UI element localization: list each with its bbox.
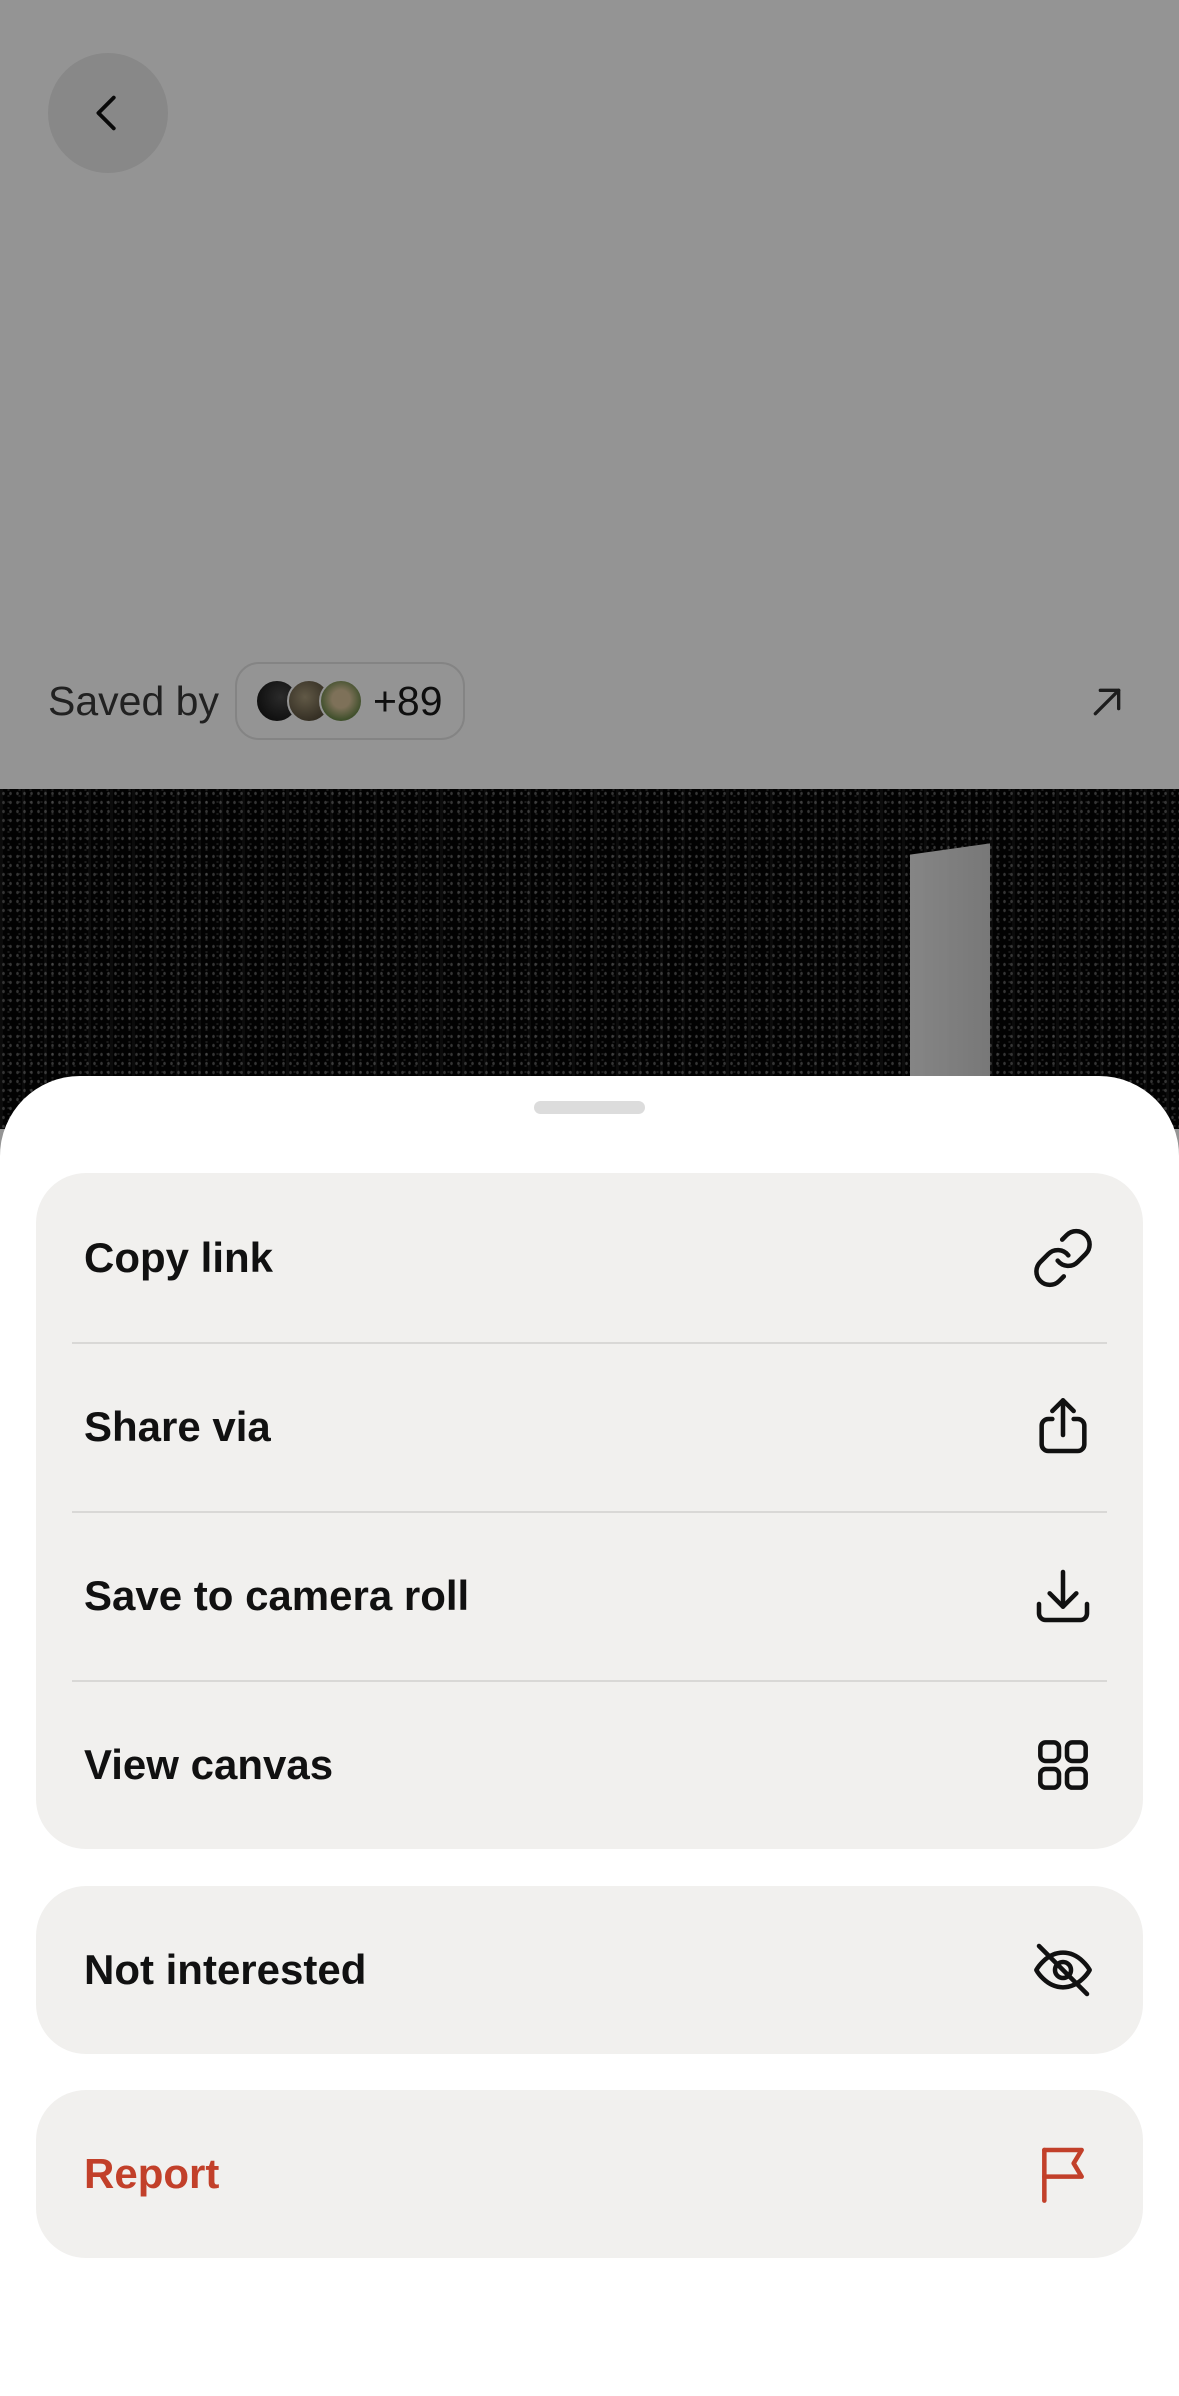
action-sheet: Copy link Share via Save to camera roll … [0,1076,1179,2396]
share-via-label: Share via [84,1402,271,1450]
save-to-camera-roll-label: Save to camera roll [84,1571,470,1619]
grid-icon [1031,1733,1095,1797]
share-via-item[interactable]: Share via [36,1342,1143,1511]
not-interested-group: Not interested [36,1886,1143,2054]
link-icon [1031,1226,1095,1290]
main-actions-group: Copy link Share via Save to camera roll … [36,1173,1143,1849]
screen: Saved by +89 Copy link Share via Save to… [0,0,1179,2396]
not-interested-label: Not interested [84,1946,367,1993]
view-canvas-item[interactable]: View canvas [36,1680,1143,1849]
report-group: Report [36,2090,1143,2258]
copy-link-item[interactable]: Copy link [36,1173,1143,1342]
report-label: Report [84,2150,220,2197]
share-icon [1031,1395,1095,1459]
report-item[interactable]: Report [36,2090,1143,2258]
view-canvas-label: View canvas [84,1740,334,1788]
eye-off-icon [1031,1938,1095,2002]
download-icon [1031,1564,1095,1628]
flag-icon [1031,2142,1095,2206]
not-interested-item[interactable]: Not interested [36,1886,1143,2054]
sheet-grabber[interactable] [534,1101,645,1114]
save-to-camera-roll-item[interactable]: Save to camera roll [36,1511,1143,1680]
copy-link-label: Copy link [84,1233,274,1281]
